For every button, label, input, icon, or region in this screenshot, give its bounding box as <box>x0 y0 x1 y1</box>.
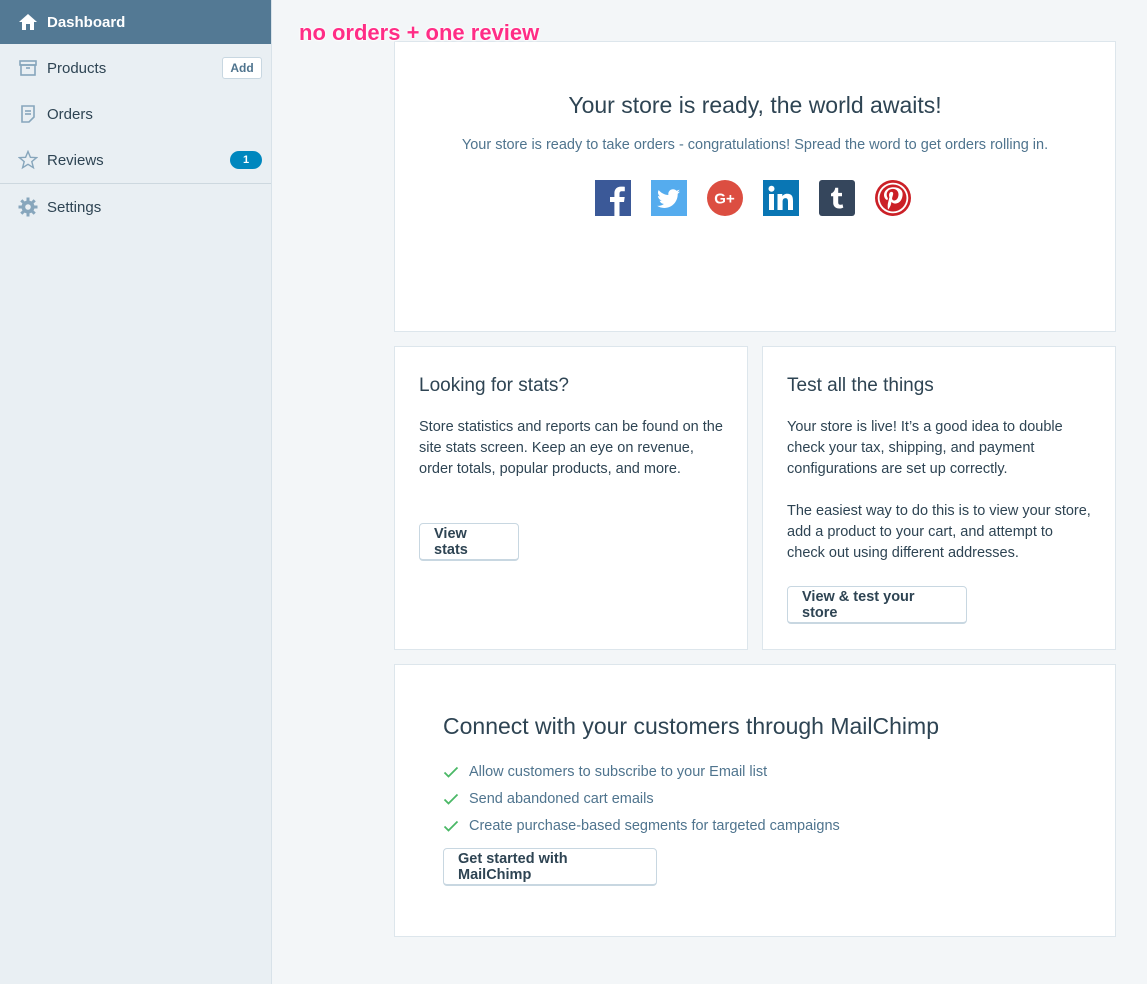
sidebar-item-products[interactable]: Products Add <box>0 46 271 90</box>
list-item: Send abandoned cart emails <box>443 785 840 812</box>
sidebar-item-orders[interactable]: Orders <box>0 92 271 136</box>
pinterest-icon[interactable] <box>875 180 911 216</box>
stats-card-title: Looking for stats? <box>419 375 569 396</box>
annotation-text: no orders + one review <box>299 20 540 45</box>
sidebar-item-label: Dashboard <box>47 13 126 31</box>
feature-text: Send abandoned cart emails <box>469 790 654 807</box>
gear-icon <box>18 197 38 217</box>
archive-box-icon <box>18 58 38 78</box>
hero-subtitle: Your store is ready to take orders - con… <box>461 137 1049 153</box>
reviews-count-badge: 1 <box>230 151 262 169</box>
sidebar-divider <box>0 183 271 184</box>
sidebar-item-label: Reviews <box>47 151 104 169</box>
google-plus-icon[interactable]: G+ <box>707 180 743 216</box>
checkmark-icon <box>443 766 459 778</box>
checkmark-icon <box>443 820 459 832</box>
store-ready-card: Your store is ready, the world awaits! Y… <box>394 41 1116 332</box>
stats-card: Looking for stats? Store statistics and … <box>394 346 748 650</box>
stats-card-body: Store statistics and reports can be foun… <box>419 419 723 477</box>
sidebar-item-settings[interactable]: Settings <box>0 185 271 229</box>
feature-text: Create purchase-based segments for targe… <box>469 817 840 834</box>
sidebar-item-label: Settings <box>47 198 102 216</box>
list-item: Create purchase-based segments for targe… <box>443 812 840 839</box>
feature-text: Allow customers to subscribe to your Ema… <box>469 763 768 780</box>
house-icon <box>18 12 38 32</box>
checkmark-icon <box>443 793 459 805</box>
mailchimp-title: Connect with your customers through Mail… <box>443 713 939 739</box>
view-test-store-button[interactable]: View & test your store <box>787 586 967 624</box>
facebook-icon[interactable] <box>595 180 631 216</box>
sidebar: Dashboard Products Add Orders Reviews 1 … <box>0 0 272 984</box>
test-card-body-1: Your store is live! It’s a good idea to … <box>787 419 1063 477</box>
test-card: Test all the things Your store is live! … <box>762 346 1116 650</box>
svg-text:G+: G+ <box>714 191 735 208</box>
mailchimp-feature-list: Allow customers to subscribe to your Ema… <box>443 758 840 839</box>
sidebar-item-reviews[interactable]: Reviews 1 <box>0 138 271 182</box>
twitter-icon[interactable] <box>651 180 687 216</box>
social-share-row: G+ <box>595 180 911 216</box>
sidebar-item-dashboard[interactable]: Dashboard <box>0 0 271 44</box>
document-icon <box>18 104 38 124</box>
linkedin-icon[interactable] <box>763 180 799 216</box>
mailchimp-card: Connect with your customers through Mail… <box>394 664 1116 937</box>
tumblr-icon[interactable] <box>819 180 855 216</box>
sidebar-item-label: Orders <box>47 105 93 123</box>
get-started-mailchimp-button[interactable]: Get started with MailChimp <box>443 848 657 886</box>
list-item: Allow customers to subscribe to your Ema… <box>443 758 840 785</box>
page-title: Your store is ready, the world awaits! <box>568 92 942 118</box>
test-card-body-2: The easiest way to do this is to view yo… <box>787 503 1091 561</box>
star-icon <box>18 150 38 170</box>
add-product-button[interactable]: Add <box>222 57 262 79</box>
sidebar-item-label: Products <box>47 59 107 77</box>
view-stats-button[interactable]: View stats <box>419 523 519 561</box>
test-card-title: Test all the things <box>787 375 934 396</box>
